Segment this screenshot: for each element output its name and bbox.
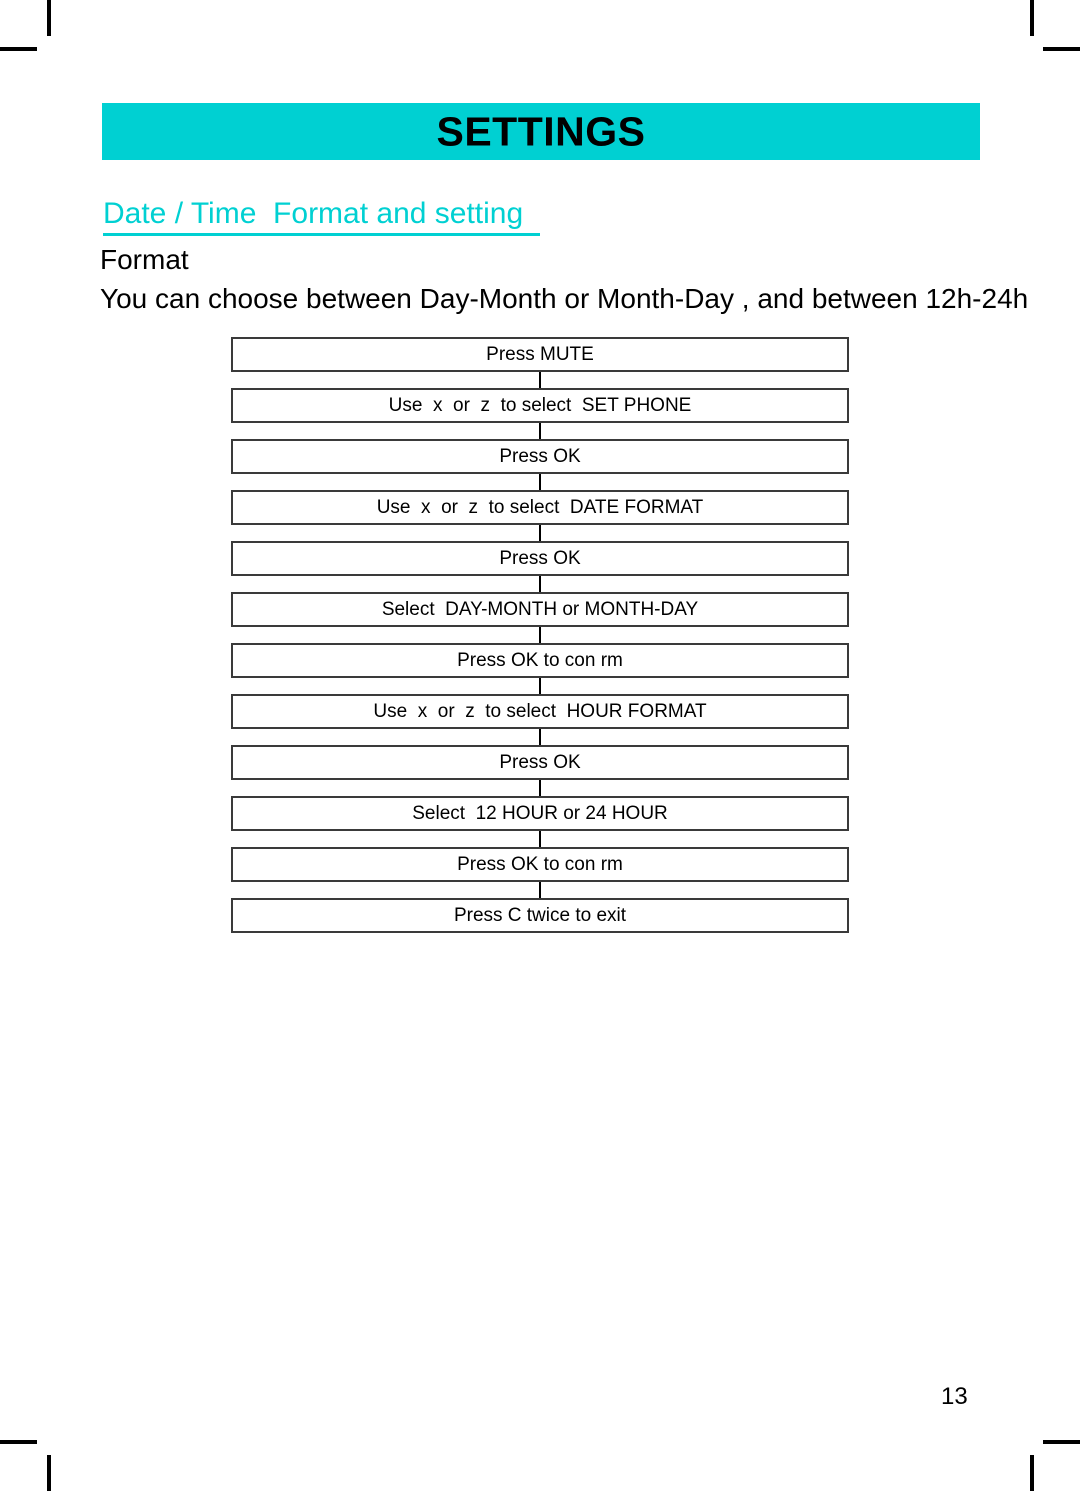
flow-step-box: Select DAY-MONTH or MONTH-DAY xyxy=(231,592,849,627)
flow-connector xyxy=(539,831,541,847)
format-subheading: Format xyxy=(100,244,189,275)
flow-step-box: Press MUTE xyxy=(231,337,849,372)
flow-step-label: Use x or z to select HOUR FORMAT xyxy=(373,701,707,722)
flow-step-label: Use x or z to select SET PHONE xyxy=(388,395,692,416)
flow-step: Press C twice to exit xyxy=(231,898,849,933)
flow-step-box: Press OK to con rm xyxy=(231,643,849,678)
flow-connector xyxy=(539,474,541,490)
crop-mark-top-left-horizontal xyxy=(0,47,37,51)
flow-step: Press OK to con rm xyxy=(231,847,849,882)
flow-step-box: Use x or z to select SET PHONE xyxy=(231,388,849,423)
flow-connector xyxy=(539,882,541,898)
flow-step-box: Use x or z to select HOUR FORMAT xyxy=(231,694,849,729)
flow-connector xyxy=(539,780,541,796)
flow-step: Press OK xyxy=(231,541,849,576)
settings-banner: SETTINGS xyxy=(102,103,980,160)
flow-step-box: Use x or z to select DATE FORMAT xyxy=(231,490,849,525)
flow-connector xyxy=(539,627,541,643)
flow-step: Press OK xyxy=(231,439,849,474)
crop-mark-top-right-horizontal xyxy=(1043,47,1080,51)
page-title: SETTINGS xyxy=(436,108,646,154)
flow-step-label: Press OK xyxy=(499,752,581,773)
crop-mark-bottom-right-horizontal xyxy=(1043,1440,1080,1444)
flow-step-label: Press MUTE xyxy=(486,344,594,365)
flow-connector xyxy=(539,729,541,745)
flow-step: Press MUTE xyxy=(231,337,849,372)
section-heading: Date / Time Format and setting xyxy=(103,198,540,236)
format-description: You can choose between Day-Month or Mont… xyxy=(100,283,1029,314)
flow-step-box: Press OK xyxy=(231,541,849,576)
flow-step: Use x or z to select SET PHONE xyxy=(231,388,849,423)
flow-step-label: Press OK to con rm xyxy=(457,854,623,875)
flow-step-box: Press OK to con rm xyxy=(231,847,849,882)
flow-step-label: Select DAY-MONTH or MONTH-DAY xyxy=(381,599,699,620)
crop-mark-bottom-right-vertical xyxy=(1030,1455,1034,1491)
flow-step: Press OK to con rm xyxy=(231,643,849,678)
crop-mark-top-left-vertical xyxy=(47,0,51,36)
flow-step-box: Press OK xyxy=(231,745,849,780)
flow-step: Select 12 HOUR or 24 HOUR xyxy=(231,796,849,831)
instruction-flowchart: Press MUTE Use x or z to select SET PHONE… xyxy=(231,337,849,933)
flow-step-label: Press OK xyxy=(499,548,581,569)
flow-step-label: Use x or z to select DATE FORMAT xyxy=(376,497,704,518)
crop-mark-bottom-left-horizontal xyxy=(0,1440,37,1444)
flow-step-label: Press OK xyxy=(499,446,581,467)
flow-step-box: Press OK xyxy=(231,439,849,474)
flow-connector xyxy=(539,372,541,388)
flow-connector xyxy=(539,525,541,541)
page-number: 13 xyxy=(941,1383,968,1410)
flow-step-label: Select 12 HOUR or 24 HOUR xyxy=(412,803,668,824)
flow-connector xyxy=(539,423,541,439)
flow-step: Select DAY-MONTH or MONTH-DAY xyxy=(231,592,849,627)
flow-step-box: Press C twice to exit xyxy=(231,898,849,933)
flow-connector xyxy=(539,576,541,592)
crop-mark-bottom-left-vertical xyxy=(47,1455,51,1491)
flow-connector xyxy=(539,678,541,694)
flow-step: Use x or z to select DATE FORMAT xyxy=(231,490,849,525)
flow-step: Press OK xyxy=(231,745,849,780)
flow-step-box: Select 12 HOUR or 24 HOUR xyxy=(231,796,849,831)
flow-step-label: Press OK to con rm xyxy=(457,650,623,671)
crop-mark-top-right-vertical xyxy=(1030,0,1034,36)
flow-step-label: Press C twice to exit xyxy=(453,905,627,926)
flow-step: Use x or z to select HOUR FORMAT xyxy=(231,694,849,729)
